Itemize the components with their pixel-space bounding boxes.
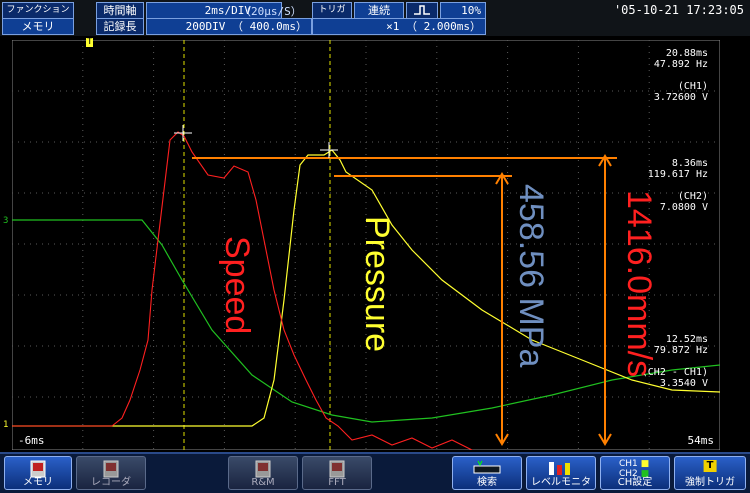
cursor-a-readout: 20.88ms 47.892 Hz (CH1) 3.72600 V <box>654 48 708 103</box>
search-button[interactable]: 検索 <box>452 456 522 490</box>
level-monitor-label: レベルモニタ <box>531 477 591 488</box>
ch1-indicator: CH1 ■ <box>619 459 650 469</box>
record-length-label: 記録長 <box>96 18 144 35</box>
cursor-a-channel: (CH1) <box>677 81 708 92</box>
diff-value: 3.3540 V <box>659 378 708 389</box>
memory-button[interactable]: メモリ <box>4 456 72 490</box>
fft-label: FFT <box>328 477 346 488</box>
cursor-a-time: 20.88ms <box>665 48 708 59</box>
forced-trigger-label: 強制トリガ <box>685 477 735 488</box>
level-monitor-button[interactable]: レベルモニタ <box>526 456 596 490</box>
trigger-marker: T <box>86 37 94 47</box>
time-left-label: -6ms <box>18 434 45 447</box>
ch-setting-button[interactable]: CH1 ■ CH2 ■ CH設定 <box>600 456 670 490</box>
ch-setting-label: CH設定 <box>617 477 653 488</box>
timebase-label: 時間軸 <box>96 2 144 19</box>
fft-button[interactable]: FFT <box>302 456 372 490</box>
function-label: ファンクション <box>2 2 74 19</box>
cursor-b-freq: 119.617 Hz <box>647 169 708 180</box>
trigger-mode[interactable]: 連続 <box>354 2 404 19</box>
ch3-marker: 3 <box>3 216 9 226</box>
recorder-label: レコーダ <box>91 477 131 488</box>
datetime: '05-10-21 17:23:05 <box>613 3 744 17</box>
status-bar: ファンクション メモリ 時間軸 記録長 2ms/DIV （20μs/S） トリガ… <box>0 0 750 36</box>
diff-freq: 79.872 Hz <box>653 345 708 356</box>
speed-annotation: Speed <box>218 236 256 335</box>
memory-label: メモリ <box>23 477 53 488</box>
rm-label: R&M <box>251 477 275 488</box>
zoom-value[interactable]: ×1 （ 2.000ms） <box>312 18 486 35</box>
forced-trigger-icon: T <box>703 460 717 472</box>
waveform-display[interactable]: 20.88ms 47.892 Hz (CH1) 3.72600 V 8.36ms… <box>3 37 721 451</box>
search-label: 検索 <box>477 477 497 488</box>
record-length-value[interactable]: 200DIV （ 400.0ms） <box>146 18 312 35</box>
cursor-a-freq: 47.892 Hz <box>653 59 708 70</box>
speed-value-annotation: 1416.0mm/s <box>620 190 658 378</box>
ch1-marker: 1 <box>3 420 9 430</box>
cursor-a-value: 3.72600 V <box>653 92 708 103</box>
pressure-value-annotation: 458.56 MPa <box>512 184 550 368</box>
rm-button[interactable]: R&M <box>228 456 298 490</box>
pressure-annotation: Pressure <box>358 216 396 353</box>
function-bar: メモリ レコーダ R&M FFT 検索 レベルモニタ CH1 ■ CH2 ■ C… <box>0 452 750 493</box>
cursor-b-time: 8.36ms <box>671 158 708 169</box>
function-value[interactable]: メモリ <box>2 18 74 35</box>
time-right-label: 54ms <box>687 434 715 447</box>
forced-trigger-button[interactable]: T 強制トリガ <box>674 456 746 490</box>
recorder-button[interactable]: レコーダ <box>76 456 146 490</box>
trigger-label: トリガ <box>312 2 352 19</box>
cursor-b-value: 7.0800 V <box>659 202 708 213</box>
ch1-label: CH1 <box>619 459 638 469</box>
cursor-b-channel: (CH2) <box>677 191 708 202</box>
pretrigger-value[interactable]: 10% <box>440 2 486 19</box>
diff-time: 12.52ms <box>665 334 708 345</box>
